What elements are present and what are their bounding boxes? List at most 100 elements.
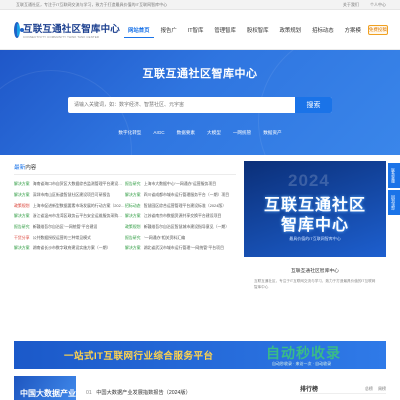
list-item[interactable]: 解决方案 湖北省武汉市城市运行管理“一网统管”平台项目 (125, 243, 236, 254)
free-submit-button[interactable]: 免费投稿 (367, 24, 388, 35)
search-bar: 搜索 (68, 97, 332, 113)
banner-text: 一站式IT互联网行业综合服务平台 (64, 351, 214, 362)
ad-banner[interactable]: 一站式IT互联网行业综合服务平台 自动秒收录 自动秒收录 · 来访一次 · 自动… (14, 341, 386, 369)
category-tag[interactable]: 招标动态 (125, 203, 141, 209)
category-tag[interactable]: 政策规划 (14, 203, 30, 209)
category-tag[interactable]: 解决方案 (14, 245, 30, 251)
item-title[interactable]: 湖南省长沙市数字政府建设实施方案（一期） (33, 245, 111, 251)
category-tag[interactable]: 报告研究 (14, 224, 30, 230)
hot-tag[interactable]: AIGC (153, 130, 164, 136)
list-item[interactable]: 解决方案 海南省海口市自贸区大数据综合监测管理平台建设方案 (14, 179, 125, 190)
report-item[interactable]: 01 中国大数据产业发展指数报告（2024版） (86, 389, 191, 396)
nav-solutions[interactable]: 方案模 (341, 22, 365, 38)
hot-tag[interactable]: 数字化转型 (118, 130, 141, 136)
list-item[interactable]: 解决方案 湖南省长沙市数字政府建设实施方案（一期） (14, 243, 125, 254)
item-title[interactable]: 上海市促进新型数据要素市场发展的行动方案（2024版） (33, 203, 125, 209)
item-title[interactable]: 智慧园区综合运营管理平台建设标准（2024版） (144, 203, 227, 209)
item-title[interactable]: 公共数据授权运营的三种常见模式 (33, 235, 91, 241)
side-toolbar: 联系客服 回到顶部 (388, 163, 400, 217)
report-title: 中国大数据产业发展指数报告（2024版） (96, 390, 191, 396)
nav-reports[interactable]: 报告广 (157, 22, 181, 38)
header: 互联互通社区智库中心 CONNECTIVITY COMMUNITY THINK … (0, 10, 400, 50)
list-item[interactable]: 招标动态 智慧园区综合运营管理平台建设标准（2024版） (125, 200, 236, 211)
hero-banner: 互联互通社区智库中心 搜索 数字化转型 AIGC 数据要素 大模型 一网统管 数… (0, 50, 400, 155)
latest-content: 最新内容 解决方案 海南省海口市自贸区大数据综合监测管理平台建设方案 报告研究 上海市… (14, 163, 236, 254)
item-title[interactable]: 浙江省温州市龙湾区政务云平台安全运维服务采购项目 (33, 213, 125, 219)
item-title[interactable]: 四川省成都市城市运行管理服务平台（一期）项目 (144, 192, 230, 198)
list-item[interactable]: 报告研究 “一网通办”相关资料汇编 (125, 232, 236, 243)
bottom-section: 中国大数据产业 01 中国大数据产业发展指数报告（2024版） 排行榜 总榜 周… (0, 374, 400, 400)
logo-icon (14, 21, 24, 38)
item-title[interactable]: 湖北省武汉市城市运行管理“一网统管”平台项目 (144, 245, 224, 251)
back-to-top-button[interactable]: 回到顶部 (388, 190, 400, 215)
category-tag[interactable]: 政策规划 (125, 224, 141, 230)
report-thumbnail[interactable]: 中国大数据产业 (14, 376, 76, 400)
category-tag[interactable]: 解决方案 (125, 245, 141, 251)
promo-card[interactable]: 2024 互联互通社区 智库中心 最具价值的IT互联网智库中心 (244, 161, 386, 257)
list-item[interactable]: 解决方案 浙江省温州市龙湾区政务云平台安全运维服务采购项目 (14, 211, 125, 222)
page: 互联互通社区，专注于IT互联网交流与学习，致力于打造最具价值的IT互联网智库中心… (0, 0, 400, 400)
category-tag[interactable]: 解决方案 (125, 213, 141, 219)
list-item[interactable]: 解决方案 江苏省南京市数据资源共享交换平台建设项目 (125, 211, 236, 222)
top-bar: 互联互通社区，专注于IT互联网交流与学习，致力于打造最具价值的IT互联网智库中心… (0, 0, 400, 10)
nav-equity[interactable]: 股权智库 (243, 22, 273, 38)
item-title[interactable]: 新疆维吾尔自治区“一网统管”平台建设 (33, 224, 98, 230)
list-item[interactable]: 报告研究 新疆维吾尔自治区“一网统管”平台建设 (14, 222, 125, 233)
list-item[interactable]: 政策规划 上海市促进新型数据要素市场发展的行动方案（2024版） (14, 200, 125, 211)
hot-tag[interactable]: 数据要素 (177, 130, 195, 136)
item-title[interactable]: “一网通办”相关资料汇编 (144, 235, 186, 241)
latest-list: 解决方案 海南省海口市自贸区大数据综合监测管理平台建设方案 报告研究 上海市大数据中心… (14, 179, 236, 254)
promo-description: 互联互通社区，专注于IT互联网交流与学习，致力于打造最具价值的IT互联网智库中心 (254, 279, 376, 289)
logo-title: 互联互通社区智库中心 (23, 23, 121, 35)
logo-subtitle: CONNECTIVITY COMMUNITY THINK TANK CENTER (23, 34, 100, 39)
nav-bidding[interactable]: 招标动态 (308, 22, 338, 38)
site-logo[interactable]: 互联互通社区智库中心 CONNECTIVITY COMMUNITY THINK … (14, 21, 120, 39)
category-tag[interactable]: 解决方案 (14, 181, 30, 187)
promo-tagline: 最具价值的IT互联网智库中心 (289, 236, 341, 241)
category-tag[interactable]: 干货分享 (14, 235, 30, 241)
user-center-link[interactable]: 个人中心 (370, 2, 386, 7)
top-notice: 互联互通社区，专注于IT互联网交流与学习，致力于打造最具价值的IT互联网智库中心 (16, 1, 168, 7)
promo-line-2: 智库中心 (280, 217, 349, 234)
contact-service-button[interactable]: 联系客服 (388, 163, 400, 188)
tab-total[interactable]: 总榜 (365, 386, 373, 391)
item-title[interactable]: 海南省海口市自贸区大数据综合监测管理平台建设方案 (33, 181, 125, 187)
hero-title: 互联互通社区智库中心 (142, 68, 258, 80)
search-input[interactable] (68, 97, 295, 113)
list-item[interactable]: 政策规划 新疆维吾尔自治区智慧城市建设指导意见（一期） (125, 222, 236, 233)
list-item[interactable]: 解决方案 四川省成都市城市运行管理服务平台（一期）项目 (125, 190, 236, 201)
watermark-subtext: 自动秒收录 · 来访一次 · 自动收录 (272, 361, 332, 366)
ranking-header: 排行榜 总榜 周榜 (300, 384, 386, 394)
nav-home[interactable]: 网站首页 (124, 22, 154, 38)
category-tag[interactable]: 解决方案 (125, 192, 141, 198)
category-tag[interactable]: 解决方案 (14, 192, 30, 198)
nav-policy[interactable]: 政策规划 (276, 22, 306, 38)
tab-weekly[interactable]: 周榜 (378, 386, 386, 391)
hot-tag[interactable]: 一网统管 (233, 130, 251, 136)
content-area: 最新内容 解决方案 海南省海口市自贸区大数据综合监测管理平台建设方案 报告研究 上海市… (0, 155, 400, 305)
category-tag[interactable]: 解决方案 (14, 213, 30, 219)
report-number: 01 (86, 390, 92, 396)
search-button[interactable]: 搜索 (295, 97, 332, 113)
list-item[interactable]: 解决方案 深圳市南山区街道智慧社区建设项目可研报告 (14, 190, 125, 201)
main-nav: 网站首页 报告广 IT智库 管理智库 股权智库 政策规划 招标动态 方案模 (124, 22, 368, 38)
item-title[interactable]: 江苏省南京市数据资源共享交换平台建设项目 (144, 213, 222, 219)
category-tag[interactable]: 报告研究 (125, 181, 141, 187)
about-link[interactable]: 关于我们 (343, 2, 359, 7)
promo-year: 2024 (288, 171, 330, 190)
category-tag[interactable]: 报告研究 (125, 235, 141, 241)
watermark-text: 自动秒收录 (266, 345, 341, 361)
nav-management[interactable]: 管理智库 (210, 22, 240, 38)
section-heading: 最新内容 (14, 163, 236, 175)
ranking-title: 排行榜 (300, 387, 319, 393)
hot-tag[interactable]: 大模型 (207, 130, 221, 136)
item-title[interactable]: 新疆维吾尔自治区智慧城市建设指导意见（一期） (144, 224, 230, 230)
promo-caption: 互联互通社区智库中心 (291, 269, 339, 274)
nav-it-think-tank[interactable]: IT智库 (184, 22, 208, 38)
list-item[interactable]: 报告研究 上海市大数据中心“一网通办”运营服务项目 (125, 179, 236, 190)
list-item[interactable]: 干货分享 公共数据授权运营的三种常见模式 (14, 232, 125, 243)
item-title[interactable]: 上海市大数据中心“一网通办”运营服务项目 (144, 181, 217, 187)
top-links: 关于我们 个人中心 (333, 2, 386, 8)
item-title[interactable]: 深圳市南山区街道智慧社区建设项目可研报告 (33, 192, 111, 198)
hot-tag[interactable]: 数据资产 (263, 130, 281, 136)
